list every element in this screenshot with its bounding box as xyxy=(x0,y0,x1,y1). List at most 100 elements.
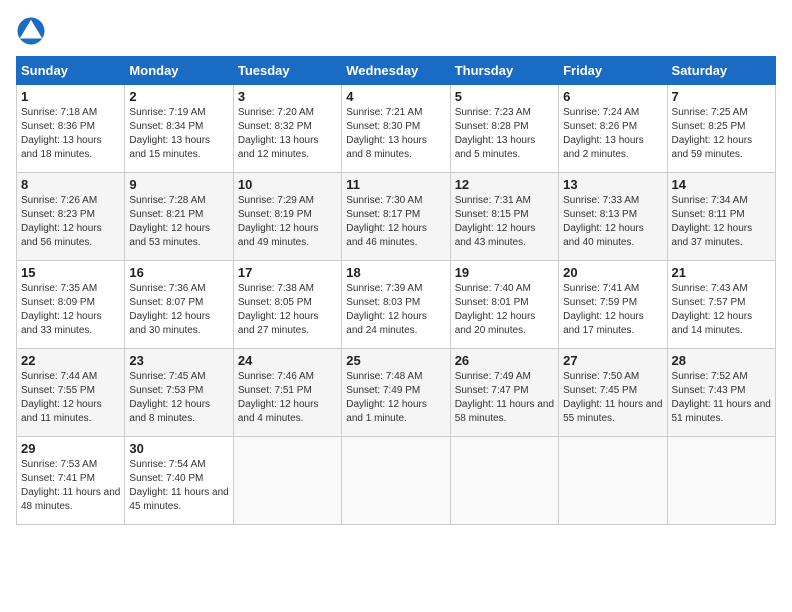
calendar-cell: 15 Sunrise: 7:35 AMSunset: 8:09 PMDaylig… xyxy=(17,261,125,349)
calendar-cell: 24 Sunrise: 7:46 AMSunset: 7:51 PMDaylig… xyxy=(233,349,341,437)
day-number: 30 xyxy=(129,441,228,456)
day-info: Sunrise: 7:39 AMSunset: 8:03 PMDaylight:… xyxy=(346,282,445,338)
day-info: Sunrise: 7:52 AMSunset: 7:43 PMDaylight:… xyxy=(672,370,771,426)
calendar-cell: 1 Sunrise: 7:18 AMSunset: 8:36 PMDayligh… xyxy=(17,85,125,173)
column-header-thursday: Thursday xyxy=(450,57,558,85)
day-number: 5 xyxy=(455,89,554,104)
calendar-table: SundayMondayTuesdayWednesdayThursdayFrid… xyxy=(16,56,776,525)
day-number: 14 xyxy=(672,177,771,192)
day-info: Sunrise: 7:50 AMSunset: 7:45 PMDaylight:… xyxy=(563,370,662,426)
calendar-cell: 18 Sunrise: 7:39 AMSunset: 8:03 PMDaylig… xyxy=(342,261,450,349)
day-info: Sunrise: 7:28 AMSunset: 8:21 PMDaylight:… xyxy=(129,194,228,250)
day-info: Sunrise: 7:19 AMSunset: 8:34 PMDaylight:… xyxy=(129,106,228,162)
day-info: Sunrise: 7:21 AMSunset: 8:30 PMDaylight:… xyxy=(346,106,445,162)
logo xyxy=(16,16,52,46)
day-number: 9 xyxy=(129,177,228,192)
day-info: Sunrise: 7:26 AMSunset: 8:23 PMDaylight:… xyxy=(21,194,120,250)
logo-icon xyxy=(16,16,46,46)
day-number: 7 xyxy=(672,89,771,104)
day-info: Sunrise: 7:20 AMSunset: 8:32 PMDaylight:… xyxy=(238,106,337,162)
day-info: Sunrise: 7:45 AMSunset: 7:53 PMDaylight:… xyxy=(129,370,228,426)
calendar-cell xyxy=(559,437,667,525)
day-info: Sunrise: 7:36 AMSunset: 8:07 PMDaylight:… xyxy=(129,282,228,338)
day-info: Sunrise: 7:30 AMSunset: 8:17 PMDaylight:… xyxy=(346,194,445,250)
calendar-cell: 9 Sunrise: 7:28 AMSunset: 8:21 PMDayligh… xyxy=(125,173,233,261)
page-header xyxy=(16,16,776,46)
day-number: 2 xyxy=(129,89,228,104)
column-header-tuesday: Tuesday xyxy=(233,57,341,85)
calendar-cell: 19 Sunrise: 7:40 AMSunset: 8:01 PMDaylig… xyxy=(450,261,558,349)
day-info: Sunrise: 7:23 AMSunset: 8:28 PMDaylight:… xyxy=(455,106,554,162)
calendar-cell: 29 Sunrise: 7:53 AMSunset: 7:41 PMDaylig… xyxy=(17,437,125,525)
calendar-week-2: 8 Sunrise: 7:26 AMSunset: 8:23 PMDayligh… xyxy=(17,173,776,261)
calendar-cell: 4 Sunrise: 7:21 AMSunset: 8:30 PMDayligh… xyxy=(342,85,450,173)
calendar-cell: 2 Sunrise: 7:19 AMSunset: 8:34 PMDayligh… xyxy=(125,85,233,173)
day-info: Sunrise: 7:38 AMSunset: 8:05 PMDaylight:… xyxy=(238,282,337,338)
calendar-cell: 23 Sunrise: 7:45 AMSunset: 7:53 PMDaylig… xyxy=(125,349,233,437)
calendar-cell: 7 Sunrise: 7:25 AMSunset: 8:25 PMDayligh… xyxy=(667,85,775,173)
calendar-cell xyxy=(342,437,450,525)
calendar-cell: 28 Sunrise: 7:52 AMSunset: 7:43 PMDaylig… xyxy=(667,349,775,437)
calendar-cell: 22 Sunrise: 7:44 AMSunset: 7:55 PMDaylig… xyxy=(17,349,125,437)
day-info: Sunrise: 7:43 AMSunset: 7:57 PMDaylight:… xyxy=(672,282,771,338)
day-number: 28 xyxy=(672,353,771,368)
column-header-friday: Friday xyxy=(559,57,667,85)
calendar-cell: 10 Sunrise: 7:29 AMSunset: 8:19 PMDaylig… xyxy=(233,173,341,261)
calendar-cell xyxy=(450,437,558,525)
calendar-week-3: 15 Sunrise: 7:35 AMSunset: 8:09 PMDaylig… xyxy=(17,261,776,349)
day-info: Sunrise: 7:33 AMSunset: 8:13 PMDaylight:… xyxy=(563,194,662,250)
calendar-week-4: 22 Sunrise: 7:44 AMSunset: 7:55 PMDaylig… xyxy=(17,349,776,437)
calendar-week-1: 1 Sunrise: 7:18 AMSunset: 8:36 PMDayligh… xyxy=(17,85,776,173)
day-number: 20 xyxy=(563,265,662,280)
column-header-monday: Monday xyxy=(125,57,233,85)
day-number: 21 xyxy=(672,265,771,280)
day-number: 10 xyxy=(238,177,337,192)
day-number: 23 xyxy=(129,353,228,368)
day-number: 22 xyxy=(21,353,120,368)
day-info: Sunrise: 7:44 AMSunset: 7:55 PMDaylight:… xyxy=(21,370,120,426)
column-header-wednesday: Wednesday xyxy=(342,57,450,85)
day-info: Sunrise: 7:25 AMSunset: 8:25 PMDaylight:… xyxy=(672,106,771,162)
day-info: Sunrise: 7:24 AMSunset: 8:26 PMDaylight:… xyxy=(563,106,662,162)
day-number: 18 xyxy=(346,265,445,280)
calendar-cell: 12 Sunrise: 7:31 AMSunset: 8:15 PMDaylig… xyxy=(450,173,558,261)
calendar-cell: 25 Sunrise: 7:48 AMSunset: 7:49 PMDaylig… xyxy=(342,349,450,437)
day-number: 11 xyxy=(346,177,445,192)
day-number: 25 xyxy=(346,353,445,368)
day-number: 13 xyxy=(563,177,662,192)
calendar-cell: 6 Sunrise: 7:24 AMSunset: 8:26 PMDayligh… xyxy=(559,85,667,173)
day-number: 1 xyxy=(21,89,120,104)
column-header-saturday: Saturday xyxy=(667,57,775,85)
calendar-cell: 3 Sunrise: 7:20 AMSunset: 8:32 PMDayligh… xyxy=(233,85,341,173)
calendar-cell: 30 Sunrise: 7:54 AMSunset: 7:40 PMDaylig… xyxy=(125,437,233,525)
day-info: Sunrise: 7:48 AMSunset: 7:49 PMDaylight:… xyxy=(346,370,445,426)
calendar-cell: 5 Sunrise: 7:23 AMSunset: 8:28 PMDayligh… xyxy=(450,85,558,173)
calendar-cell: 21 Sunrise: 7:43 AMSunset: 7:57 PMDaylig… xyxy=(667,261,775,349)
day-number: 16 xyxy=(129,265,228,280)
calendar-cell: 17 Sunrise: 7:38 AMSunset: 8:05 PMDaylig… xyxy=(233,261,341,349)
day-info: Sunrise: 7:53 AMSunset: 7:41 PMDaylight:… xyxy=(21,458,120,514)
day-number: 3 xyxy=(238,89,337,104)
calendar-cell xyxy=(667,437,775,525)
calendar-cell: 14 Sunrise: 7:34 AMSunset: 8:11 PMDaylig… xyxy=(667,173,775,261)
calendar-cell: 8 Sunrise: 7:26 AMSunset: 8:23 PMDayligh… xyxy=(17,173,125,261)
day-number: 24 xyxy=(238,353,337,368)
calendar-cell: 20 Sunrise: 7:41 AMSunset: 7:59 PMDaylig… xyxy=(559,261,667,349)
day-info: Sunrise: 7:54 AMSunset: 7:40 PMDaylight:… xyxy=(129,458,228,514)
calendar-cell: 16 Sunrise: 7:36 AMSunset: 8:07 PMDaylig… xyxy=(125,261,233,349)
day-info: Sunrise: 7:18 AMSunset: 8:36 PMDaylight:… xyxy=(21,106,120,162)
day-number: 19 xyxy=(455,265,554,280)
column-header-sunday: Sunday xyxy=(17,57,125,85)
day-info: Sunrise: 7:49 AMSunset: 7:47 PMDaylight:… xyxy=(455,370,554,426)
calendar-cell: 11 Sunrise: 7:30 AMSunset: 8:17 PMDaylig… xyxy=(342,173,450,261)
calendar-header-row: SundayMondayTuesdayWednesdayThursdayFrid… xyxy=(17,57,776,85)
day-info: Sunrise: 7:40 AMSunset: 8:01 PMDaylight:… xyxy=(455,282,554,338)
calendar-cell: 13 Sunrise: 7:33 AMSunset: 8:13 PMDaylig… xyxy=(559,173,667,261)
day-number: 29 xyxy=(21,441,120,456)
day-info: Sunrise: 7:35 AMSunset: 8:09 PMDaylight:… xyxy=(21,282,120,338)
day-number: 12 xyxy=(455,177,554,192)
calendar-cell: 26 Sunrise: 7:49 AMSunset: 7:47 PMDaylig… xyxy=(450,349,558,437)
day-number: 6 xyxy=(563,89,662,104)
calendar-body: 1 Sunrise: 7:18 AMSunset: 8:36 PMDayligh… xyxy=(17,85,776,525)
day-info: Sunrise: 7:46 AMSunset: 7:51 PMDaylight:… xyxy=(238,370,337,426)
